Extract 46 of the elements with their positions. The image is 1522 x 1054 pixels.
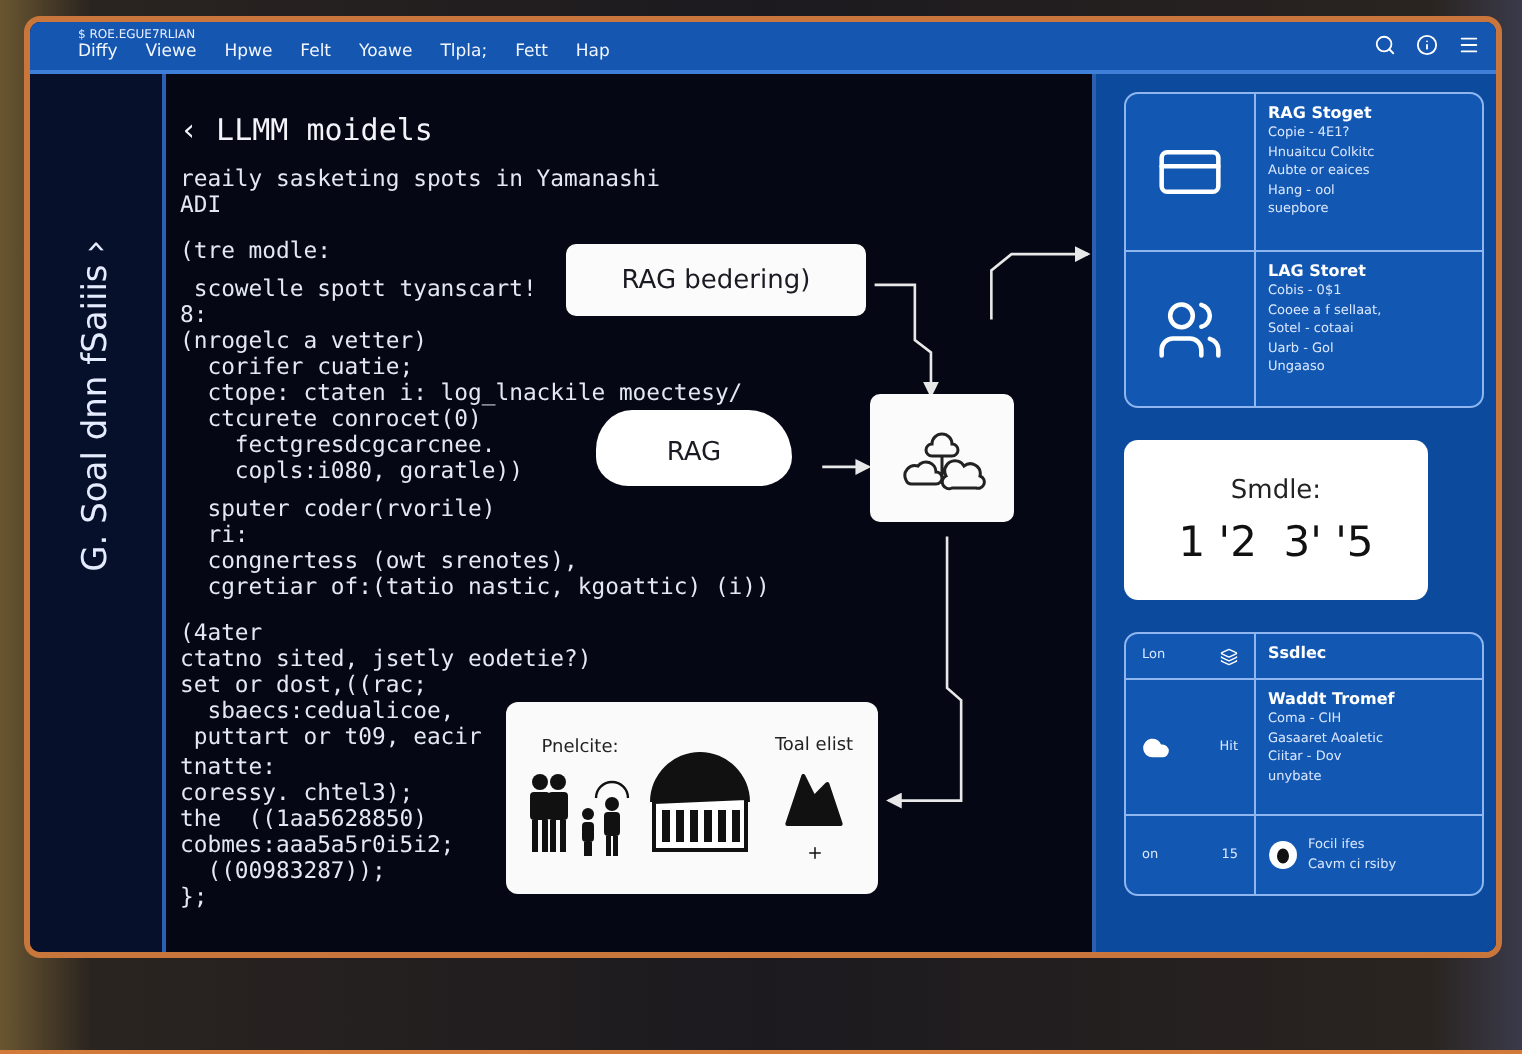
menu-item[interactable]: Hap <box>575 42 610 64</box>
code-line: (nrogelc a vetter) <box>180 328 427 354</box>
menu-item[interactable]: Diffy <box>78 42 118 64</box>
menu-item[interactable]: Viewe <box>145 42 197 64</box>
code-line: corifer cuatie; <box>207 354 414 380</box>
code-line: fectgresdcgcarcnee. <box>232 432 496 458</box>
table-title: Waddt Tromef <box>1268 690 1395 710</box>
menu-item[interactable]: Hpwe <box>224 42 273 64</box>
code-line: ri: <box>205 522 249 548</box>
code-line: copls:i080, goratle)) <box>232 458 523 484</box>
menu-item[interactable]: Yoawe <box>359 42 413 64</box>
code-line: cgretiar of:(tatio nastic, kgoattic) (i)) <box>205 574 770 600</box>
card-title: RAG Stoget <box>1268 104 1372 124</box>
code-line: ctatno sited, jsetly eodetie?) <box>180 646 592 672</box>
code-line: ctcurete conrocet(0) <box>205 406 482 432</box>
card-label: Toal elist <box>774 735 854 755</box>
code-line: reaily sasketing spots in Yamanashi <box>180 166 661 192</box>
table-header: Ssdlec <box>1268 644 1327 664</box>
card-title: LAG Storet <box>1268 262 1366 282</box>
score-value: 1 '2 3' '5 <box>1178 517 1374 565</box>
code-line: sputer coder(rvorile) <box>205 496 496 522</box>
code-line: coressy. chtel3); <box>180 780 414 806</box>
code-line: sbaecs:cedualicoe, <box>205 698 455 724</box>
code-line: ((00983287)); <box>205 858 386 884</box>
score-label: Smdle: <box>1230 475 1322 505</box>
editor-heading: ‹ LLMM moidels <box>180 110 435 150</box>
code-line: scowelle spott tyanscart! <box>191 276 537 302</box>
code-line: (4ater <box>180 620 263 646</box>
rag-node: RAG bedering) <box>566 244 866 316</box>
code-line: ctope: ctaten i: log_lnackile moectesy/ <box>205 380 743 406</box>
code-line: (tre modle: <box>180 238 331 264</box>
sidebar-title: G. Soal dnn fSaiiis › <box>76 240 116 572</box>
code-line: set or dost,((rac; <box>180 672 427 698</box>
code-line: puttart or t09, eacir <box>191 724 482 750</box>
code-line: 8: <box>180 302 208 328</box>
rag-cloud: RAG <box>596 410 792 486</box>
code-line: tnatte: <box>180 754 277 780</box>
card-label: Pnelcite: <box>541 738 619 758</box>
code-line: cobmes:aaa5a5r0i5i2; <box>180 832 455 858</box>
code-line: }; <box>180 884 208 910</box>
menu-item[interactable]: Fett <box>515 42 548 64</box>
code-line: ADI <box>180 192 222 218</box>
code-line: congnertess (owt srenotes), <box>205 548 578 574</box>
code-line: the ((1aa5628850) <box>180 806 427 832</box>
menu-item[interactable]: Tlpla; <box>440 42 488 64</box>
menu-item[interactable]: Felt <box>300 42 332 64</box>
